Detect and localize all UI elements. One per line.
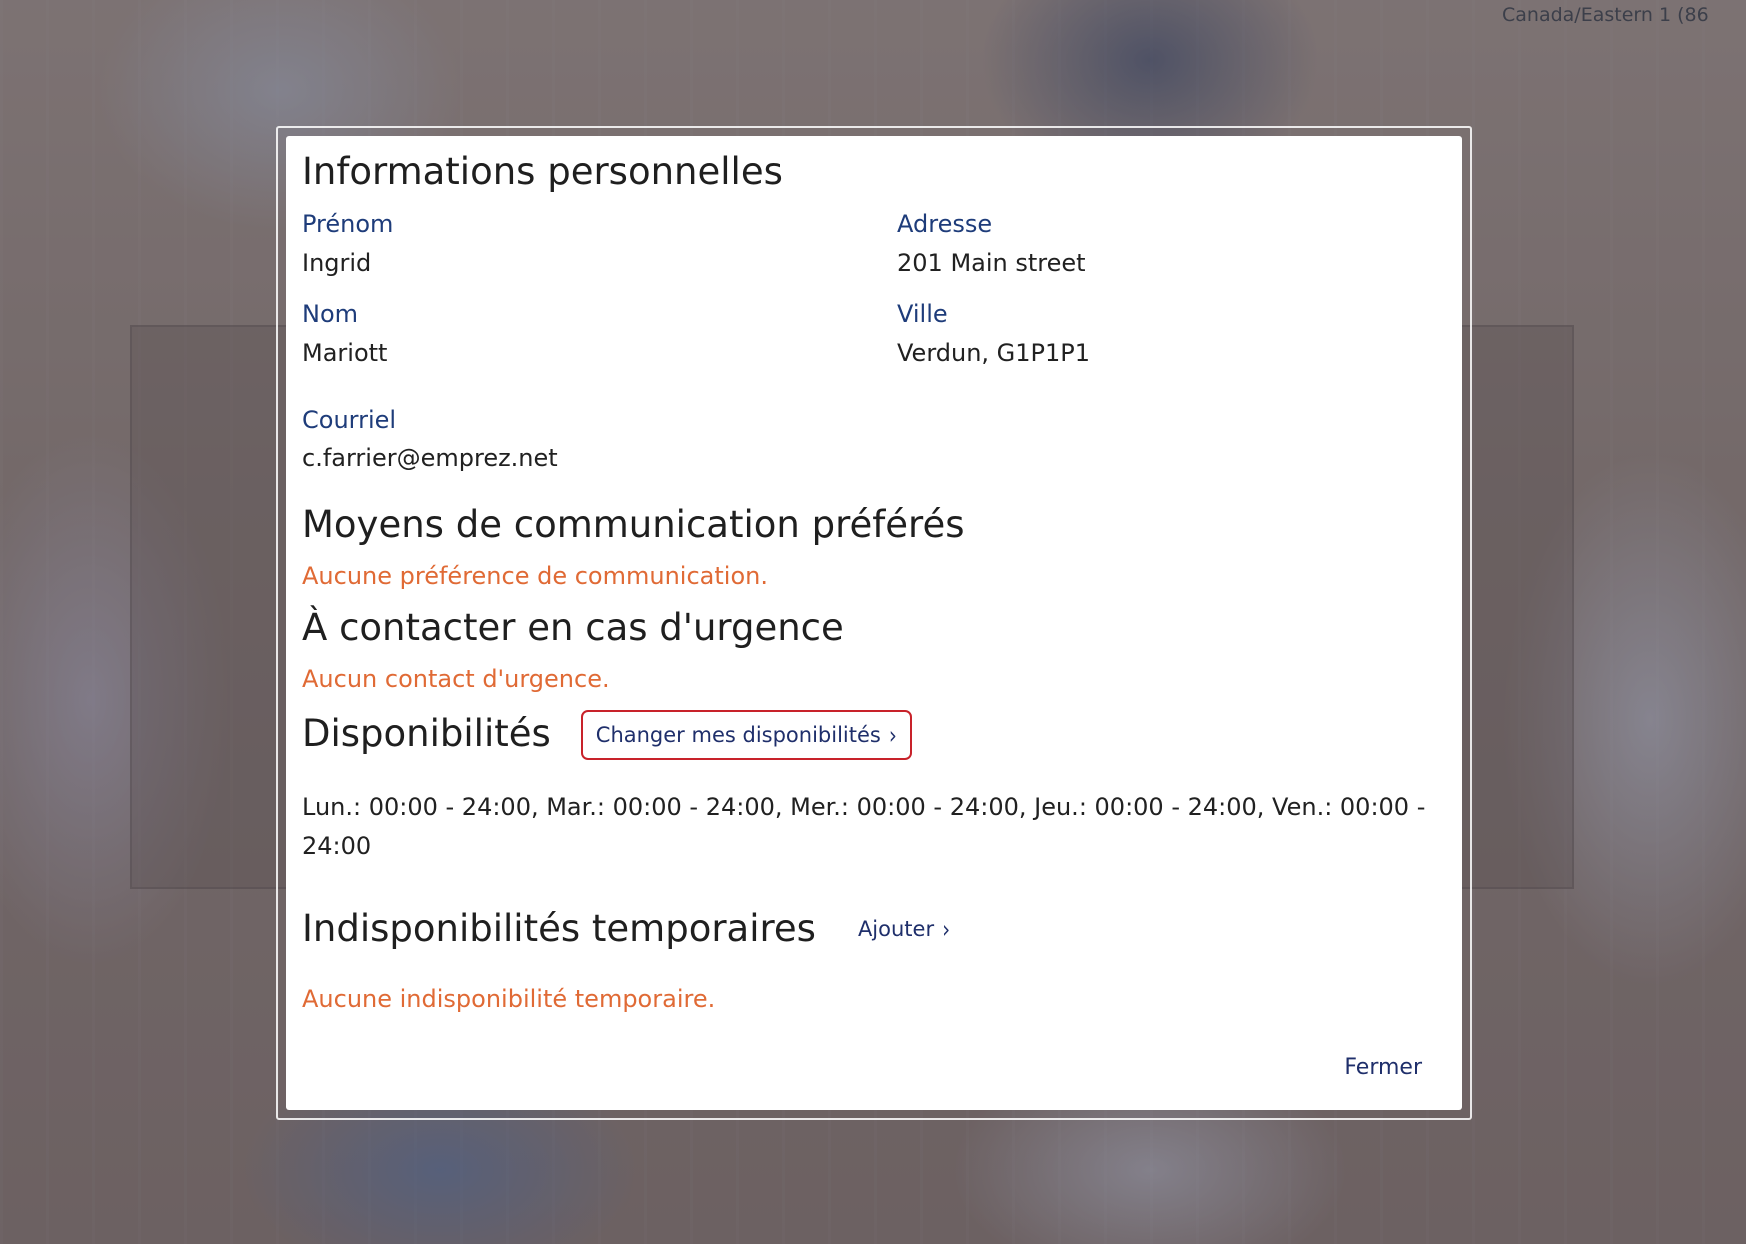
last-name-field: Nom Mariott — [302, 300, 897, 368]
temporary-unavailability-header: Indisponibilités temporaires Ajouter › — [302, 907, 1446, 951]
close-button[interactable]: Fermer — [1344, 1055, 1422, 1080]
add-unavailability-button[interactable]: Ajouter › — [857, 914, 951, 944]
availability-title: Disponibilités — [302, 712, 551, 756]
availability-schedule: Lun.: 00:00 - 24:00, Mar.: 00:00 - 24:00… — [302, 792, 1426, 861]
modal-title: Informations personnelles — [302, 150, 783, 193]
timezone-label: Canada/Eastern 1 (86 — [1502, 4, 1709, 26]
temporary-unavailability-title: Indisponibilités temporaires — [302, 906, 816, 950]
change-availability-button[interactable]: Changer mes disponibilités › — [580, 709, 912, 760]
address-value: 201 Main street — [897, 249, 1086, 278]
temporary-unavailability-section: Indisponibilités temporaires Ajouter › A… — [302, 907, 1446, 1014]
communication-empty-message: Aucune préférence de communication. — [302, 561, 768, 590]
emergency-section: À contacter en cas d'urgence Aucun conta… — [302, 606, 1446, 693]
city-field: Ville Verdun, G1P1P1 — [897, 300, 1446, 368]
email-value: c.farrier@emprez.net — [302, 444, 558, 473]
city-label: Ville — [897, 299, 948, 328]
change-availability-label: Changer mes disponibilités — [595, 722, 881, 747]
personal-info-modal: Informations personnelles Prénom Ingrid … — [286, 136, 1462, 1110]
temporary-unavailability-empty-message: Aucune indisponibilité temporaire. — [302, 985, 716, 1014]
chevron-right-icon: › — [942, 914, 951, 944]
emergency-empty-message: Aucun contact d'urgence. — [302, 664, 610, 693]
first-name-field: Prénom Ingrid — [302, 210, 897, 278]
address-field: Adresse 201 Main street — [897, 210, 1446, 278]
availability-section: Disponibilités Changer mes disponibilité… — [302, 709, 1446, 867]
communication-title: Moyens de communication préférés — [302, 503, 965, 547]
last-name-value: Mariott — [302, 338, 388, 367]
availability-header: Disponibilités Changer mes disponibilité… — [302, 709, 1446, 760]
chevron-right-icon: › — [888, 720, 897, 749]
email-field: Courriel c.farrier@emprez.net — [302, 406, 1446, 474]
add-unavailability-label: Ajouter — [857, 916, 935, 941]
communication-section: Moyens de communication préférés Aucune … — [302, 503, 1446, 590]
last-name-label: Nom — [302, 299, 359, 328]
first-name-label: Prénom — [302, 210, 394, 239]
city-value: Verdun, G1P1P1 — [897, 338, 1091, 367]
emergency-title: À contacter en cas d'urgence — [302, 606, 844, 650]
address-label: Adresse — [897, 210, 993, 239]
first-name-value: Ingrid — [302, 249, 372, 278]
email-label: Courriel — [302, 405, 397, 434]
personal-fields-grid: Prénom Ingrid Adresse 201 Main street No… — [302, 210, 1446, 389]
